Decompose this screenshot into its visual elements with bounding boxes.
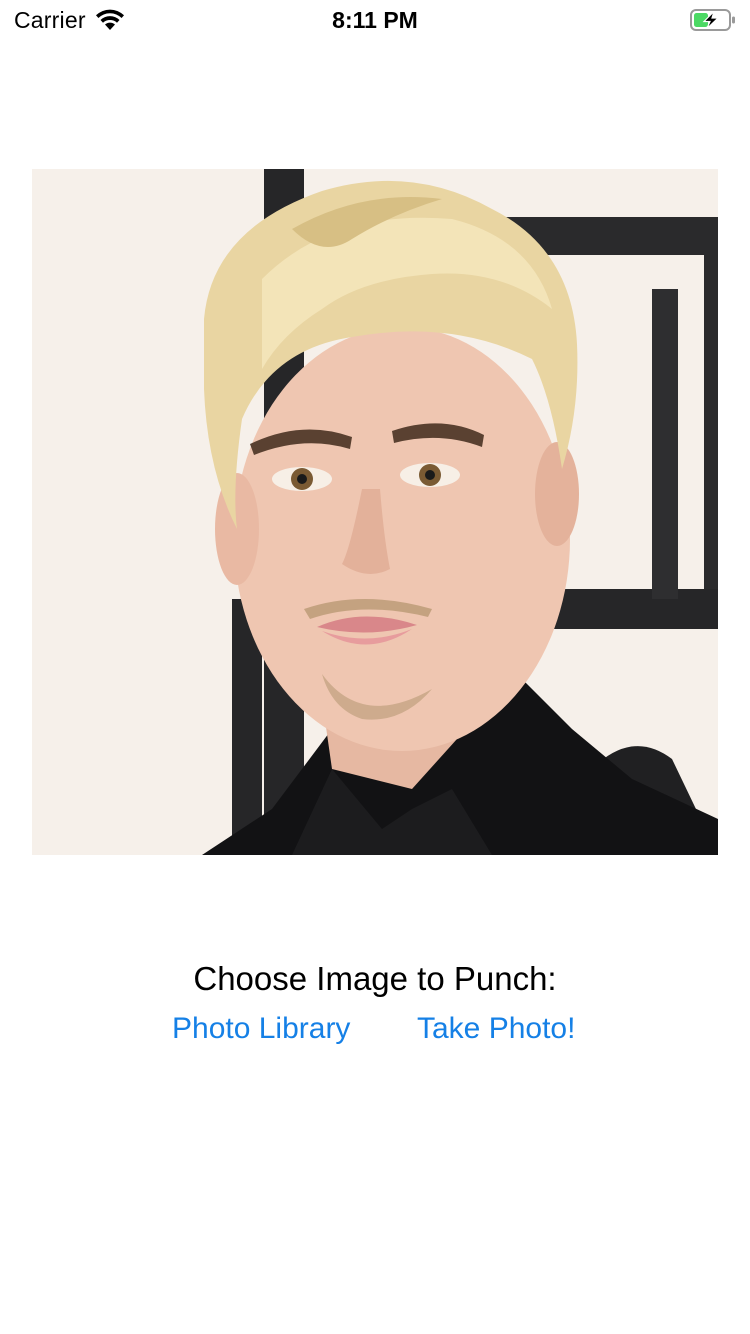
take-photo-button[interactable]: Take Photo!	[417, 1008, 575, 1050]
photo-library-button[interactable]: Photo Library	[172, 1008, 350, 1050]
image-source-actions: Photo Library Take Photo!	[0, 1008, 750, 1050]
battery-charging-icon	[690, 9, 735, 31]
portrait-photo-image	[32, 169, 718, 855]
selected-photo	[32, 169, 718, 855]
status-bar: Carrier 8:11 PM	[0, 0, 750, 40]
choose-image-prompt: Choose Image to Punch:	[193, 960, 557, 997]
status-time: 8:11 PM	[332, 7, 418, 33]
